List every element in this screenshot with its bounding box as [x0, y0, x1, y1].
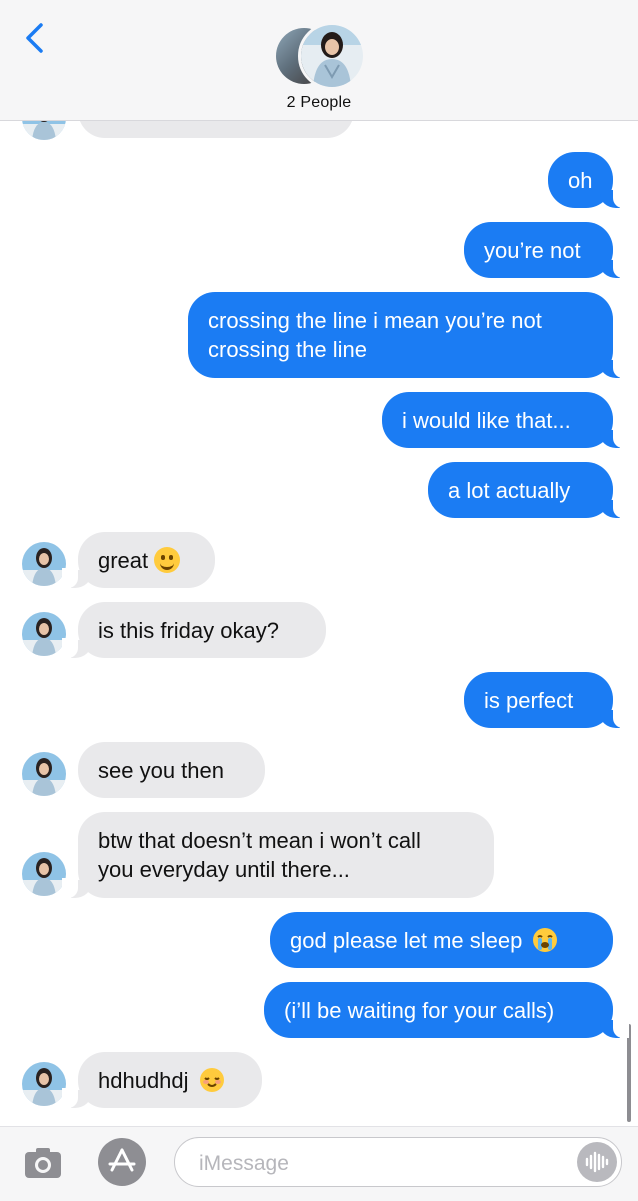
- message-text-line: btw that doesn’t mean i won’t call: [98, 828, 421, 853]
- message-text: great: [98, 547, 149, 573]
- contact-avatar: [22, 542, 66, 586]
- message-bubble-incoming[interactable]: great: [62, 532, 215, 588]
- contact-avatar: [22, 612, 66, 656]
- contact-avatar: [22, 852, 66, 896]
- message-text: is this friday okay?: [98, 617, 279, 643]
- back-button[interactable]: [14, 18, 54, 58]
- camera-icon: [25, 1148, 61, 1178]
- contact-avatar: [22, 752, 66, 796]
- message-bubble-outgoing[interactable]: you’re not: [464, 222, 629, 278]
- message-bubble-outgoing[interactable]: crossing the line i mean you’re not cros…: [188, 292, 629, 378]
- conversation-header: 2 People: [0, 0, 638, 121]
- camera-button[interactable]: [22, 1141, 64, 1183]
- message-bubble-incoming[interactable]: btw that doesn’t mean i won’t call you e…: [62, 812, 494, 898]
- message-text: god please let me sleep: [290, 927, 523, 953]
- app-store-icon: [108, 1148, 136, 1172]
- message-text-line: crossing the line: [208, 337, 367, 362]
- grinning-face-icon: [154, 547, 181, 573]
- message-text: i would like that...: [402, 407, 571, 433]
- message-input[interactable]: [197, 1148, 561, 1180]
- message-text-line: crossing the line i mean you’re not: [208, 308, 542, 333]
- message-bubble-outgoing[interactable]: god please let me sleep: [270, 912, 613, 968]
- contact-avatar: [22, 1062, 66, 1106]
- message-text: you’re not: [484, 237, 581, 263]
- message-bubble-incoming[interactable]: hdhudhdj: [62, 1052, 262, 1108]
- message-input-bar: [0, 1126, 638, 1201]
- message-thread[interactable]: oh you’re not crossing the line i mean y…: [0, 0, 638, 1126]
- message-text: (i’ll be waiting for your calls): [284, 997, 555, 1023]
- conversation-title[interactable]: 2 People: [0, 94, 638, 112]
- chevron-left-icon: [26, 23, 43, 53]
- message-text-line: you everyday until there...: [98, 857, 350, 882]
- message-bubble-incoming[interactable]: see you then: [78, 742, 265, 798]
- participant-avatar-front: [298, 22, 366, 90]
- message-text: is perfect: [484, 687, 574, 713]
- message-bubble-incoming[interactable]: is this friday okay?: [62, 602, 326, 658]
- audio-waveform-icon: [585, 1151, 609, 1173]
- group-avatar[interactable]: [274, 20, 366, 90]
- message-bubble-outgoing[interactable]: i would like that...: [382, 392, 629, 448]
- message-field[interactable]: [174, 1137, 622, 1187]
- message-text: a lot actually: [448, 477, 571, 503]
- loudly-crying-face-icon: [532, 927, 558, 953]
- scroll-indicator[interactable]: [627, 1024, 631, 1122]
- message-bubble-outgoing[interactable]: oh: [548, 152, 629, 208]
- message-text: oh: [568, 167, 593, 193]
- message-bubble-outgoing[interactable]: is perfect: [464, 672, 629, 728]
- message-bubble-outgoing[interactable]: a lot actually: [428, 462, 629, 518]
- message-bubble-outgoing[interactable]: (i’ll be waiting for your calls): [264, 982, 629, 1038]
- app-store-button[interactable]: [98, 1138, 146, 1186]
- smiling-face-icon: [199, 1067, 225, 1093]
- message-text: hdhudhdj: [98, 1067, 189, 1093]
- audio-message-button[interactable]: [577, 1142, 617, 1182]
- message-text: see you then: [98, 757, 224, 783]
